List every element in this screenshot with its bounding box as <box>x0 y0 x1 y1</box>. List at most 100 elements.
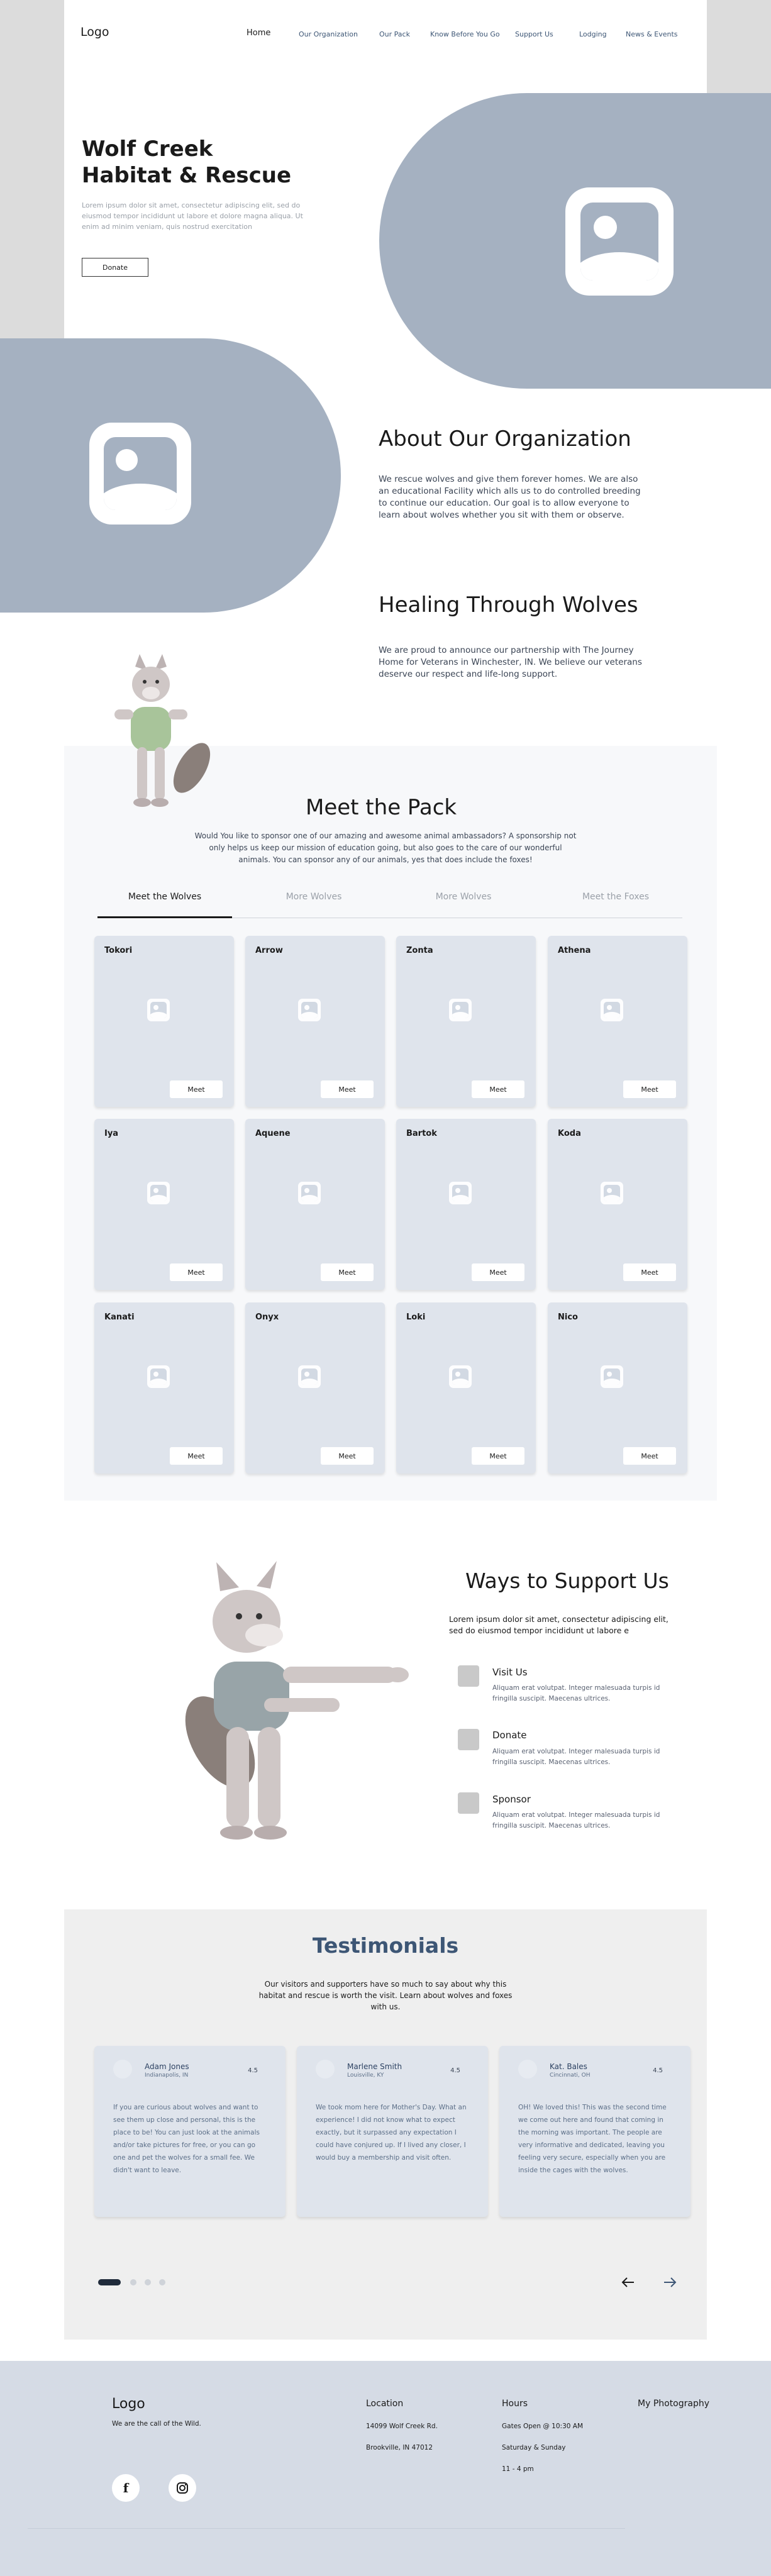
footer-tagline: We are the call of the Wild. <box>112 2420 201 2428</box>
meet-button[interactable]: Meet <box>623 1447 676 1465</box>
testimonial-card: Adam Jones Indianapolis, IN 4.5 If you a… <box>94 2046 286 2217</box>
hero-title-line2: Habitat & Rescue <box>82 163 292 188</box>
tab-meet-the-foxes[interactable]: Meet the Foxes <box>548 892 683 902</box>
wolf-name: Bartok <box>406 1129 437 1138</box>
hero-title: Wolf Creek Habitat & Rescue <box>82 136 333 189</box>
meet-button[interactable]: Meet <box>623 1080 676 1098</box>
instagram-icon[interactable] <box>169 2474 196 2502</box>
wolf-name: Zonta <box>406 946 433 955</box>
footer-hours-heading: Hours <box>502 2399 528 2409</box>
pack-text: Would You like to sponsor one of our ama… <box>194 831 577 864</box>
wolf-card: Koda Meet <box>548 1119 687 1290</box>
avatar <box>316 2060 335 2079</box>
way-text: Aliquam erat volutpat. Integer malesuada… <box>492 1748 660 1766</box>
way-title-visit-us[interactable]: Visit Us <box>492 1667 528 1678</box>
meet-button[interactable]: Meet <box>170 1447 223 1465</box>
testimonial-text: If you are curious about wolves and want… <box>113 2104 260 2174</box>
wolf-card: Loki Meet <box>396 1302 536 1474</box>
wolf-card: Arrow Meet <box>245 936 385 1107</box>
hero-image <box>379 93 771 389</box>
meet-button[interactable]: Meet <box>321 1447 374 1465</box>
sponsor-icon <box>458 1792 479 1814</box>
image-placeholder-icon <box>565 187 674 296</box>
meet-button[interactable]: Meet <box>170 1263 223 1281</box>
way-title-donate[interactable]: Donate <box>492 1729 527 1741</box>
wolf-mascot-large <box>185 1561 409 1840</box>
wolf-name: Athena <box>558 946 591 955</box>
nav-our-pack[interactable]: Our Pack <box>379 30 410 38</box>
meet-button[interactable]: Meet <box>472 1263 524 1281</box>
wolf-name: Koda <box>558 1129 581 1138</box>
left-gutter <box>0 0 64 340</box>
way-title-sponsor[interactable]: Sponsor <box>492 1794 531 1805</box>
meet-button[interactable]: Meet <box>321 1080 374 1098</box>
wolf-card: Aquene Meet <box>245 1119 385 1290</box>
wolf-card: Zonta Meet <box>396 936 536 1107</box>
wolf-card: Nico Meet <box>548 1302 687 1474</box>
image-placeholder-icon <box>449 1182 472 1204</box>
nav-news-events[interactable]: News & Events <box>626 30 678 38</box>
meet-button[interactable]: Meet <box>472 1080 524 1098</box>
nav-lodging[interactable]: Lodging <box>579 30 607 38</box>
image-placeholder-icon <box>449 1365 472 1388</box>
image-placeholder-icon <box>147 999 170 1021</box>
tab-more-wolves-1[interactable]: More Wolves <box>247 892 381 902</box>
tab-active-indicator <box>97 916 232 918</box>
healing-text: We are proud to announce our partnership… <box>379 645 642 679</box>
meet-button[interactable]: Meet <box>321 1263 374 1281</box>
wolf-card: Iya Meet <box>94 1119 234 1290</box>
image-placeholder-icon <box>298 1365 321 1388</box>
donate-icon <box>458 1729 479 1750</box>
facebook-glyph: f <box>123 2480 129 2496</box>
wolf-name: Kanati <box>104 1313 135 1322</box>
image-placeholder-icon <box>89 423 191 525</box>
nav-home[interactable]: Home <box>247 28 270 38</box>
wolf-card: Tokori Meet <box>94 936 234 1107</box>
about-image <box>0 338 341 613</box>
carousel-dot-active[interactable] <box>98 2279 121 2285</box>
carousel-dot[interactable] <box>145 2279 151 2285</box>
tab-meet-the-wolves[interactable]: Meet the Wolves <box>97 892 232 902</box>
testimonial-name: Kat. Bales <box>550 2062 587 2071</box>
healing-heading: Healing Through Wolves <box>379 592 638 618</box>
facebook-icon[interactable]: f <box>112 2474 140 2502</box>
image-placeholder-icon <box>449 999 472 1021</box>
about-text: We rescue wolves and give them forever h… <box>379 474 641 520</box>
meet-button[interactable]: Meet <box>623 1263 676 1281</box>
tab-more-wolves-2[interactable]: More Wolves <box>396 892 531 902</box>
arrow-right-icon[interactable] <box>663 2277 677 2288</box>
image-placeholder-icon <box>147 1365 170 1388</box>
nav-know-before-you-go[interactable]: Know Before You Go <box>430 30 500 38</box>
footer-photography-link[interactable]: My Photography <box>638 2399 709 2409</box>
wolf-name: Nico <box>558 1313 578 1322</box>
site-logo[interactable]: Logo <box>80 25 109 39</box>
testimonial-location: Louisville, KY <box>347 2072 384 2079</box>
testimonial-location: Cincinnati, OH <box>550 2072 591 2079</box>
testimonial-card: Kat. Bales Cincinnati, OH 4.5 OH! We lov… <box>499 2046 691 2217</box>
instagram-glyph <box>177 2482 188 2494</box>
testimonial-text: We took mom here for Mother's Day. What … <box>316 2104 467 2162</box>
carousel-dot[interactable] <box>159 2279 165 2285</box>
footer-address-1: 14099 Wolf Creek Rd. <box>366 2423 438 2430</box>
testimonial-rating: 4.5 <box>248 2067 258 2074</box>
meet-button[interactable]: Meet <box>170 1080 223 1098</box>
image-placeholder-icon <box>601 999 623 1021</box>
testimonials-heading: Testimonials <box>312 1933 459 1958</box>
testimonial-rating: 4.5 <box>653 2067 663 2074</box>
nav-support-us[interactable]: Support Us <box>515 30 553 38</box>
testimonial-name: Adam Jones <box>145 2062 189 2071</box>
wolf-name: Iya <box>104 1129 119 1138</box>
way-text: Aliquam erat volutpat. Integer malesuada… <box>492 1684 660 1702</box>
meet-button[interactable]: Meet <box>472 1447 524 1465</box>
carousel-dot[interactable] <box>130 2279 136 2285</box>
testimonial-card: Marlene Smith Louisville, KY 4.5 We took… <box>297 2046 488 2217</box>
wolf-name: Arrow <box>255 946 283 955</box>
footer-address-2: Brookville, IN 47012 <box>366 2444 433 2451</box>
hero-donate-button[interactable]: Donate <box>82 258 148 277</box>
arrow-left-icon[interactable] <box>621 2277 635 2288</box>
footer <box>0 2361 771 2576</box>
image-placeholder-icon <box>601 1182 623 1204</box>
nav-our-organization[interactable]: Our Organization <box>299 30 358 38</box>
footer-logo[interactable]: Logo <box>112 2396 145 2412</box>
image-placeholder-icon <box>298 999 321 1021</box>
